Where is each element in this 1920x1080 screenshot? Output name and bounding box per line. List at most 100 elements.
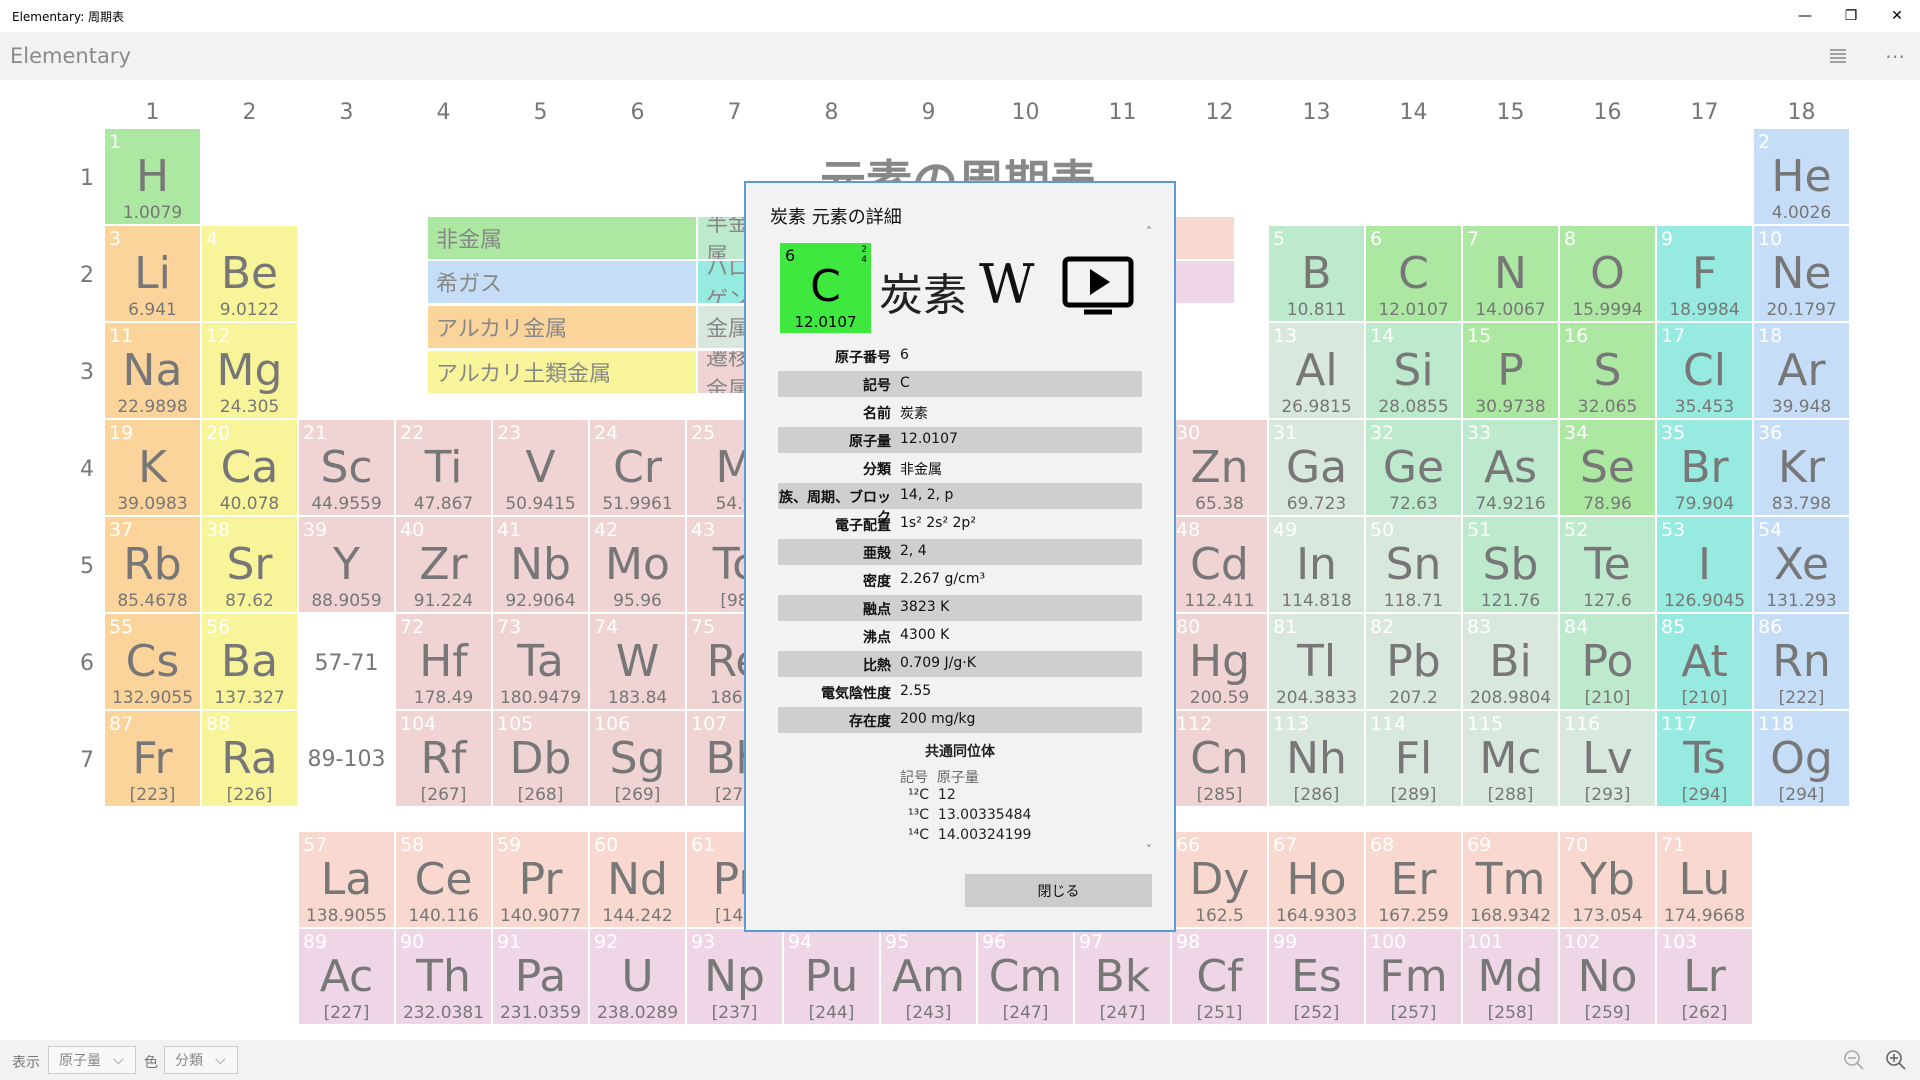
element-cell[interactable]: 83 Bi 208.9804 bbox=[1463, 614, 1558, 709]
element-cell[interactable]: 112 Cn [285] bbox=[1172, 711, 1267, 806]
element-cell[interactable]: 105 Db [268] bbox=[493, 711, 588, 806]
list-button[interactable] bbox=[1818, 38, 1858, 74]
element-cell[interactable]: 86 Rn [222] bbox=[1754, 614, 1849, 709]
element-cell[interactable]: 98 Cf [251] bbox=[1172, 929, 1267, 1025]
element-cell[interactable]: 15 P 30.9738 bbox=[1463, 323, 1558, 418]
element-cell[interactable]: 71 Lu 174.9668 bbox=[1657, 832, 1752, 928]
element-cell[interactable]: 41 Nb 92.9064 bbox=[493, 517, 588, 612]
element-cell[interactable]: 81 Tl 204.3833 bbox=[1269, 614, 1364, 709]
element-cell[interactable]: 16 S 32.065 bbox=[1560, 323, 1655, 418]
element-cell[interactable]: 89 Ac [227] bbox=[299, 929, 394, 1025]
element-cell[interactable]: 40 Zr 91.224 bbox=[396, 517, 491, 612]
element-cell[interactable]: 103 Lr [262] bbox=[1657, 929, 1752, 1025]
element-cell[interactable]: 118 Og [294] bbox=[1754, 711, 1849, 806]
element-cell[interactable]: 93 Np [237] bbox=[687, 929, 782, 1025]
element-cell[interactable]: 38 Sr 87.62 bbox=[202, 517, 297, 612]
element-cell[interactable]: 3 Li 6.941 bbox=[105, 226, 200, 321]
element-cell[interactable]: 21 Sc 44.9559 bbox=[299, 420, 394, 515]
element-cell[interactable]: 106 Sg [269] bbox=[590, 711, 685, 806]
element-cell[interactable]: 67 Ho 164.9303 bbox=[1269, 832, 1364, 928]
element-cell[interactable]: 72 Hf 178.49 bbox=[396, 614, 491, 709]
element-cell[interactable]: 80 Hg 200.59 bbox=[1172, 614, 1267, 709]
element-cell[interactable]: 20 Ca 40.078 bbox=[202, 420, 297, 515]
element-cell[interactable]: 60 Nd 144.242 bbox=[590, 832, 685, 928]
element-cell[interactable]: 39 Y 88.9059 bbox=[299, 517, 394, 612]
element-cell[interactable]: 88 Ra [226] bbox=[202, 711, 297, 806]
element-cell[interactable]: 91 Pa 231.0359 bbox=[493, 929, 588, 1025]
element-cell[interactable]: 94 Pu [244] bbox=[784, 929, 879, 1025]
element-cell[interactable]: 70 Yb 173.054 bbox=[1560, 832, 1655, 928]
close-dialog-button[interactable]: 閉じる bbox=[965, 874, 1152, 907]
element-cell[interactable]: 90 Th 232.0381 bbox=[396, 929, 491, 1025]
close-window-button[interactable]: ✕ bbox=[1874, 0, 1920, 32]
element-cell[interactable]: 1 H 1.0079 bbox=[105, 129, 200, 224]
element-cell[interactable]: 13 Al 26.9815 bbox=[1269, 323, 1364, 418]
element-cell[interactable]: 9 F 18.9984 bbox=[1657, 226, 1752, 321]
element-cell[interactable]: 115 Mc [288] bbox=[1463, 711, 1558, 806]
element-cell[interactable]: 12 Mg 24.305 bbox=[202, 323, 297, 418]
zoom-in-button[interactable] bbox=[1876, 1043, 1916, 1077]
element-cell[interactable]: 22 Ti 47.867 bbox=[396, 420, 491, 515]
element-cell[interactable]: 53 I 126.9045 bbox=[1657, 517, 1752, 612]
element-cell[interactable]: 113 Nh [286] bbox=[1269, 711, 1364, 806]
element-cell[interactable]: 59 Pr 140.9077 bbox=[493, 832, 588, 928]
element-cell[interactable]: 74 W 183.84 bbox=[590, 614, 685, 709]
element-cell[interactable]: 84 Po [210] bbox=[1560, 614, 1655, 709]
element-cell[interactable]: 102 No [259] bbox=[1560, 929, 1655, 1025]
element-cell[interactable]: 37 Rb 85.4678 bbox=[105, 517, 200, 612]
element-cell[interactable]: 114 Fl [289] bbox=[1366, 711, 1461, 806]
more-button[interactable]: ⋯ bbox=[1875, 38, 1915, 74]
element-cell[interactable]: 73 Ta 180.9479 bbox=[493, 614, 588, 709]
display-dropdown[interactable]: 原子量 ⌵ bbox=[48, 1046, 136, 1074]
element-cell[interactable]: 50 Sn 118.71 bbox=[1366, 517, 1461, 612]
element-cell[interactable]: 51 Sb 121.76 bbox=[1463, 517, 1558, 612]
element-cell[interactable]: 82 Pb 207.2 bbox=[1366, 614, 1461, 709]
element-cell[interactable]: 2 He 4.0026 bbox=[1754, 129, 1849, 224]
element-cell[interactable]: 48 Cd 112.411 bbox=[1172, 517, 1267, 612]
element-cell[interactable]: 92 U 238.0289 bbox=[590, 929, 685, 1025]
element-cell[interactable]: 56 Ba 137.327 bbox=[202, 614, 297, 709]
element-cell[interactable]: 17 Cl 35.453 bbox=[1657, 323, 1752, 418]
element-cell[interactable]: 99 Es [252] bbox=[1269, 929, 1364, 1025]
element-cell[interactable]: 68 Er 167.259 bbox=[1366, 832, 1461, 928]
element-cell[interactable]: 85 At [210] bbox=[1657, 614, 1752, 709]
element-cell[interactable]: 33 As 74.9216 bbox=[1463, 420, 1558, 515]
element-cell[interactable]: 54 Xe 131.293 bbox=[1754, 517, 1849, 612]
element-cell[interactable]: 14 Si 28.0855 bbox=[1366, 323, 1461, 418]
element-cell[interactable]: 101 Md [258] bbox=[1463, 929, 1558, 1025]
color-dropdown[interactable]: 分類 ⌵ bbox=[164, 1046, 238, 1074]
element-cell[interactable]: 87 Fr [223] bbox=[105, 711, 200, 806]
element-cell[interactable]: 8 O 15.9994 bbox=[1560, 226, 1655, 321]
scroll-down-icon[interactable]: ˅ bbox=[1146, 843, 1152, 857]
element-cell[interactable]: 5 B 10.811 bbox=[1269, 226, 1364, 321]
element-cell[interactable]: 10 Ne 20.1797 bbox=[1754, 226, 1849, 321]
lanthanide-range[interactable]: 57-71 bbox=[299, 616, 394, 711]
element-cell[interactable]: 23 V 50.9415 bbox=[493, 420, 588, 515]
minimize-button[interactable]: — bbox=[1782, 0, 1828, 32]
element-cell[interactable]: 31 Ga 69.723 bbox=[1269, 420, 1364, 515]
element-cell[interactable]: 11 Na 22.9898 bbox=[105, 323, 200, 418]
actinide-range[interactable]: 89-103 bbox=[299, 712, 394, 807]
element-cell[interactable]: 52 Te 127.6 bbox=[1560, 517, 1655, 612]
element-cell[interactable]: 6 C 12.0107 bbox=[1366, 226, 1461, 321]
element-cell[interactable]: 96 Cm [247] bbox=[978, 929, 1073, 1025]
element-cell[interactable]: 97 Bk [247] bbox=[1075, 929, 1170, 1025]
element-cell[interactable]: 4 Be 9.0122 bbox=[202, 226, 297, 321]
element-cell[interactable]: 49 In 114.818 bbox=[1269, 517, 1364, 612]
element-cell[interactable]: 32 Ge 72.63 bbox=[1366, 420, 1461, 515]
element-cell[interactable]: 34 Se 78.96 bbox=[1560, 420, 1655, 515]
element-cell[interactable]: 24 Cr 51.9961 bbox=[590, 420, 685, 515]
element-cell[interactable]: 66 Dy 162.5 bbox=[1172, 832, 1267, 928]
element-cell[interactable]: 100 Fm [257] bbox=[1366, 929, 1461, 1025]
element-cell[interactable]: 19 K 39.0983 bbox=[105, 420, 200, 515]
element-cell[interactable]: 36 Kr 83.798 bbox=[1754, 420, 1849, 515]
element-cell[interactable]: 57 La 138.9055 bbox=[299, 832, 394, 928]
element-cell[interactable]: 117 Ts [294] bbox=[1657, 711, 1752, 806]
maximize-button[interactable]: ❐ bbox=[1828, 0, 1874, 32]
video-button[interactable] bbox=[1062, 256, 1134, 316]
element-cell[interactable]: 104 Rf [267] bbox=[396, 711, 491, 806]
scroll-up-icon[interactable]: ˄ bbox=[1146, 225, 1152, 239]
element-cell[interactable]: 42 Mo 95.96 bbox=[590, 517, 685, 612]
element-cell[interactable]: 58 Ce 140.116 bbox=[396, 832, 491, 928]
wikipedia-button[interactable]: W bbox=[979, 253, 1035, 316]
